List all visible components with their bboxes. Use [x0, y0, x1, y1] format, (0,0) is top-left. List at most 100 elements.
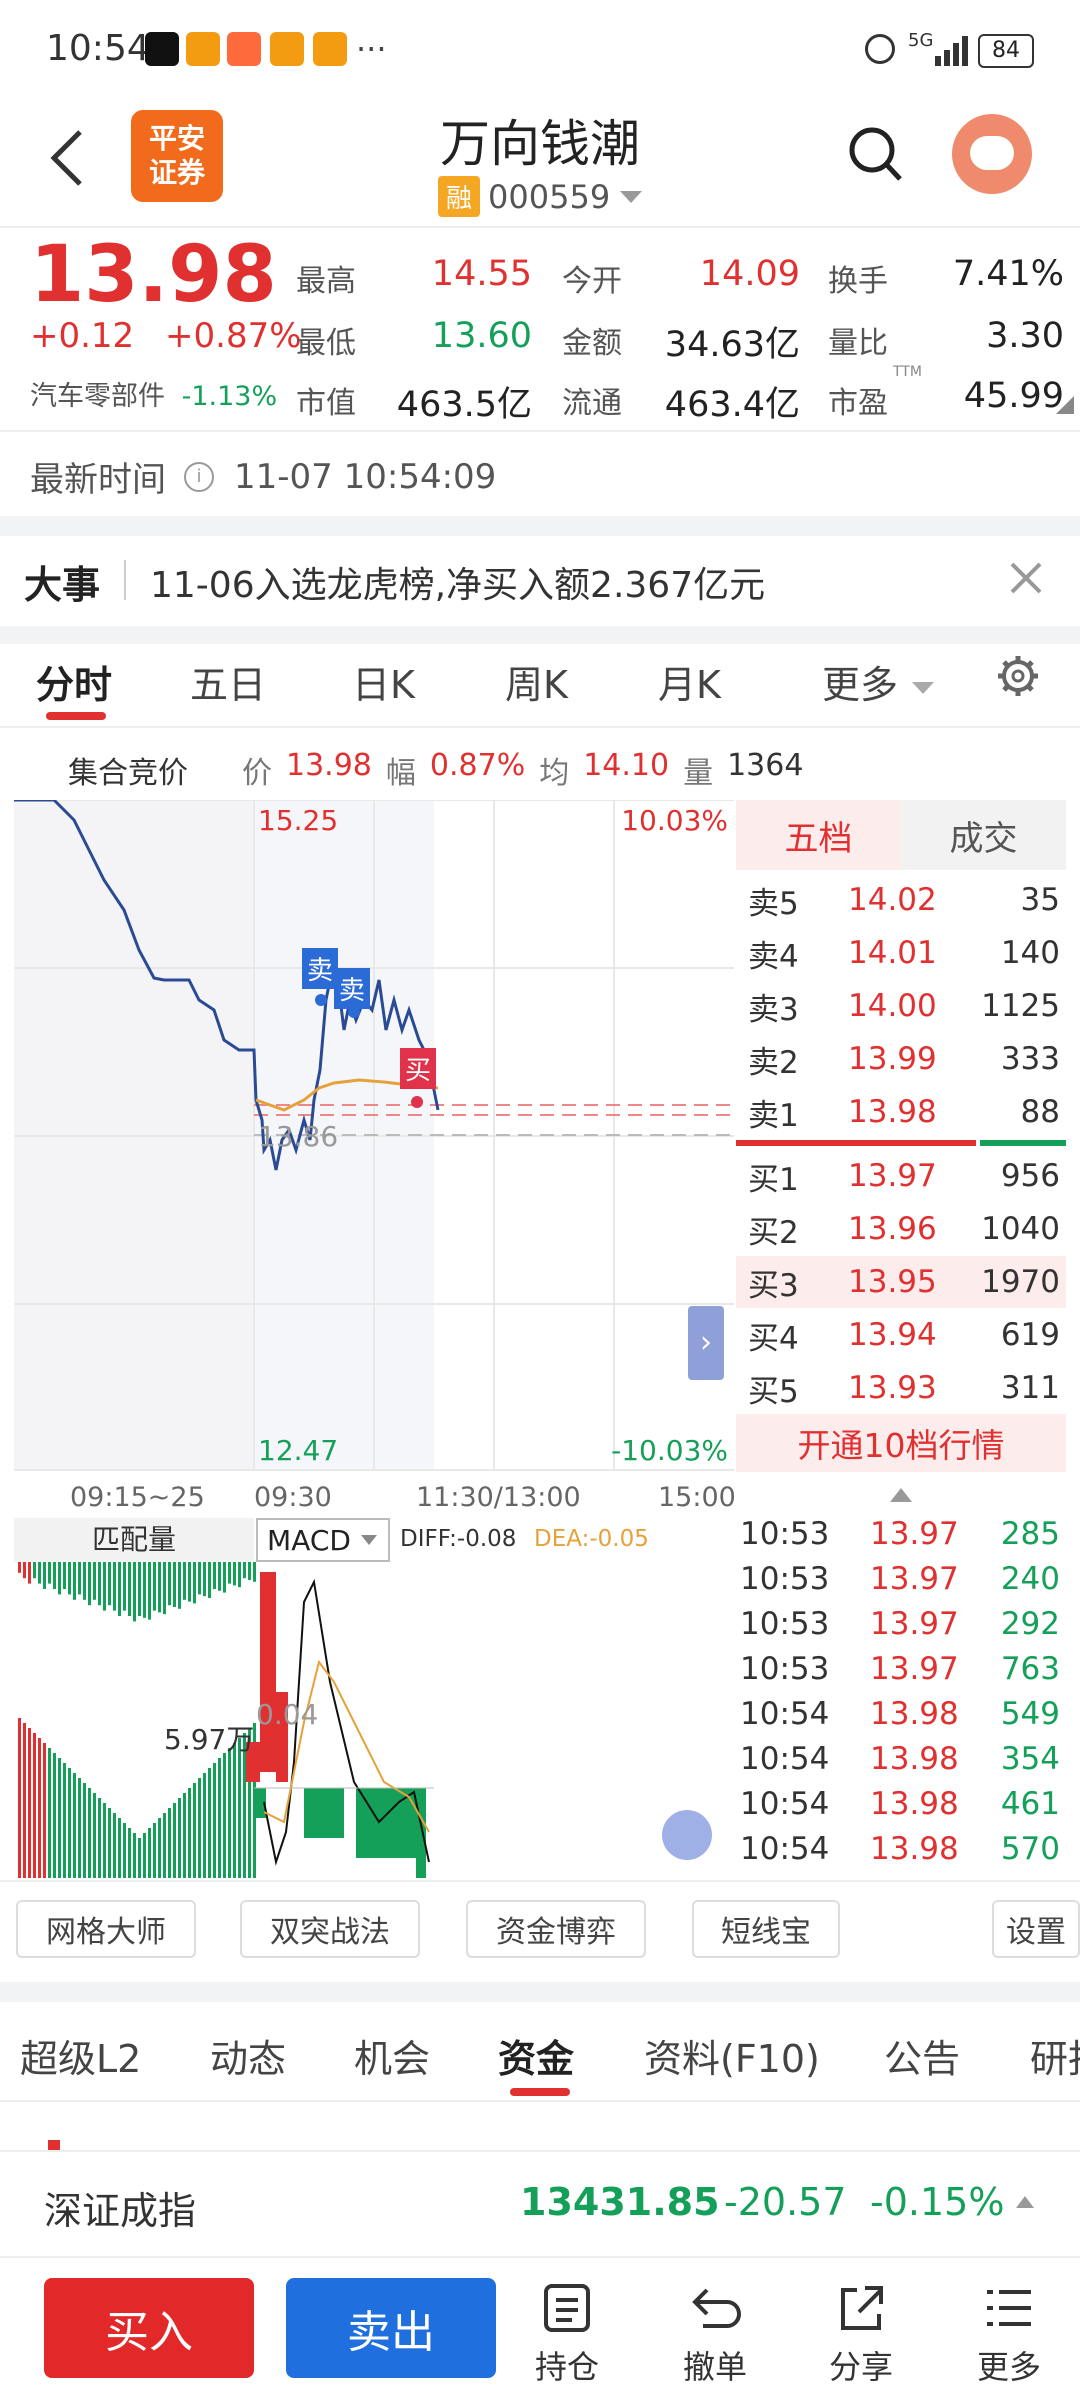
tool-double-breakout[interactable]: 双突战法 [240, 1900, 420, 1958]
ask-row[interactable]: 卖1 13.98 88 [736, 1086, 1066, 1138]
tab-monthly-k[interactable]: 月K [658, 654, 721, 709]
buy-button[interactable]: 买入 [44, 2278, 254, 2378]
x-label: 09:30 [254, 1482, 332, 1513]
news-banner[interactable]: 大事 11-06入选龙虎榜,净买入额2.367亿元 [0, 536, 1080, 626]
intraday-chart[interactable]: 卖 卖 买 15.25 12.47 10.03% -10.03% 13.86 › [14, 798, 734, 1472]
quote-label: 最高 [296, 264, 356, 299]
level-volume: 619 [1000, 1317, 1060, 1353]
bid-row[interactable]: 买1 13.97 956 [736, 1150, 1066, 1202]
quote-value: 463.5亿 [396, 385, 532, 425]
fullscreen-icon[interactable] [662, 1810, 712, 1860]
tab-daily-k[interactable]: 日K [352, 654, 415, 709]
tick-price: 13.97 [870, 1561, 959, 1597]
cancel-order-button[interactable]: 撤单 [670, 2282, 760, 2388]
ask-row[interactable]: 卖5 14.02 35 [736, 874, 1066, 926]
quote-value: 45.99 [963, 376, 1064, 416]
tab-announcements[interactable]: 公告 [884, 2028, 960, 2083]
tab-trades[interactable]: 成交 [901, 800, 1066, 870]
tiktok-icon [145, 32, 179, 66]
ask-row[interactable]: 卖3 14.00 1125 [736, 980, 1066, 1032]
tick-volume: 240 [1000, 1561, 1060, 1597]
tab-weekly-k[interactable]: 周K [505, 654, 568, 709]
prev-close-label: 13.86 [258, 1120, 339, 1153]
tick-time: 10:54 [740, 1786, 830, 1822]
quote-value: 3.30 [986, 316, 1064, 356]
news-divider [124, 560, 126, 600]
quote-label: 市值 [296, 386, 356, 421]
sell-marker[interactable]: 卖 [334, 968, 371, 1009]
tab-f10[interactable]: 资料(F10) [644, 2028, 820, 2083]
quote-label: 量比 [828, 326, 888, 361]
industry-pct: -1.13% [181, 381, 278, 412]
stock-code-selector[interactable]: 融 000559 [438, 176, 644, 217]
index-change: -20.57 [724, 2180, 847, 2224]
sell-button[interactable]: 卖出 [286, 2278, 496, 2378]
info-icon[interactable]: i [184, 461, 214, 492]
bid-row[interactable]: 买3 13.95 1970 [736, 1256, 1066, 1308]
indicator-selector[interactable]: MACD [256, 1518, 390, 1562]
tick-row: 10:54 13.98 461 [736, 1786, 1066, 1831]
more-button[interactable]: 更多 [964, 2282, 1054, 2388]
quote-value: 14.55 [431, 254, 532, 294]
industry-info[interactable]: 汽车零部件 -1.13% [30, 374, 277, 413]
ask-row[interactable]: 卖2 13.99 333 [736, 1033, 1066, 1085]
tab-more[interactable]: 更多 [822, 654, 936, 709]
bid-row[interactable]: 买4 13.94 619 [736, 1309, 1066, 1361]
tick-time: 10:53 [740, 1651, 830, 1687]
tab-more-label: 更多 [822, 663, 899, 707]
bid-row[interactable]: 买2 13.96 1040 [736, 1203, 1066, 1255]
tick-row: 10:53 13.97 240 [736, 1561, 1066, 1606]
holdings-button[interactable]: 持仓 [522, 2282, 612, 2388]
tab-capital[interactable]: 资金 [498, 2028, 574, 2083]
pct-top-label: 10.03% [621, 804, 728, 837]
divider [0, 2100, 1080, 2102]
tool-short-term[interactable]: 短线宝 [692, 1900, 840, 1958]
bid-row[interactable]: 买5 13.93 311 [736, 1362, 1066, 1414]
level-label: 买3 [748, 1267, 799, 1304]
tab-opportunity[interactable]: 机会 [354, 2028, 430, 2083]
search-icon[interactable] [848, 124, 904, 184]
quote-label: 最低 [296, 326, 356, 361]
level-label: 卖5 [748, 885, 799, 922]
tool-grid-master[interactable]: 网格大师 [16, 1900, 196, 1958]
section-gap [0, 1982, 1080, 2002]
tab-intraday[interactable]: 分时 [36, 654, 112, 709]
y-top-label: 15.25 [258, 804, 339, 837]
tool-fund-game[interactable]: 资金博弈 [466, 1900, 646, 1958]
level-label: 卖4 [748, 938, 799, 975]
chevron-down-icon [912, 682, 935, 694]
sell-marker[interactable]: 卖 [302, 948, 339, 989]
level-price: 13.93 [848, 1370, 937, 1406]
level-label: 买5 [748, 1373, 799, 1410]
tick-time: 10:53 [740, 1516, 830, 1552]
tab-super-l2[interactable]: 超级L2 [20, 2028, 141, 2083]
level-price: 13.94 [848, 1317, 937, 1353]
expand-orderbook-button[interactable]: › [688, 1306, 724, 1380]
tick-time: 10:54 [740, 1696, 830, 1732]
buy-marker[interactable]: 买 [400, 1048, 437, 1089]
tick-time: 10:54 [740, 1741, 830, 1777]
share-icon [841, 2286, 883, 2330]
level-price: 14.01 [848, 935, 937, 971]
gear-icon[interactable] [996, 654, 1040, 698]
tick-volume: 763 [1000, 1651, 1060, 1687]
tab-dynamics[interactable]: 动态 [210, 2028, 286, 2083]
tool-settings[interactable]: 设置 [992, 1900, 1080, 1958]
chevron-up-icon[interactable] [888, 1486, 914, 1504]
index-value: 13431.85 [520, 2180, 720, 2224]
level-label: 卖2 [748, 1044, 799, 1081]
quote-panel: 13.98 +0.12 +0.87% 汽车零部件 -1.13% 最高 14.55 今… [0, 226, 1080, 426]
open-10-levels-button[interactable]: 开通10档行情 [736, 1414, 1066, 1472]
assistant-avatar[interactable] [952, 114, 1032, 194]
tab-5day[interactable]: 五日 [190, 654, 266, 709]
index-bar[interactable]: 深证成指 13431.85 -20.57 -0.15% [0, 2150, 1080, 2258]
indicator-panel[interactable]: 匹配量 MACD DIFF:-0.08 DEA:-0.05 5.97万 0.04 [14, 1518, 732, 1878]
tab-five-levels[interactable]: 五档 [736, 800, 901, 870]
share-button[interactable]: 分享 [816, 2282, 906, 2388]
tick-row: 10:54 13.98 549 [736, 1696, 1066, 1741]
ttm-label: TTM [893, 364, 922, 380]
tick-price: 13.98 [870, 1831, 959, 1867]
close-icon[interactable] [1006, 558, 1046, 598]
tab-research[interactable]: 研报 [1030, 2028, 1080, 2083]
ask-row[interactable]: 卖4 14.01 140 [736, 927, 1066, 979]
